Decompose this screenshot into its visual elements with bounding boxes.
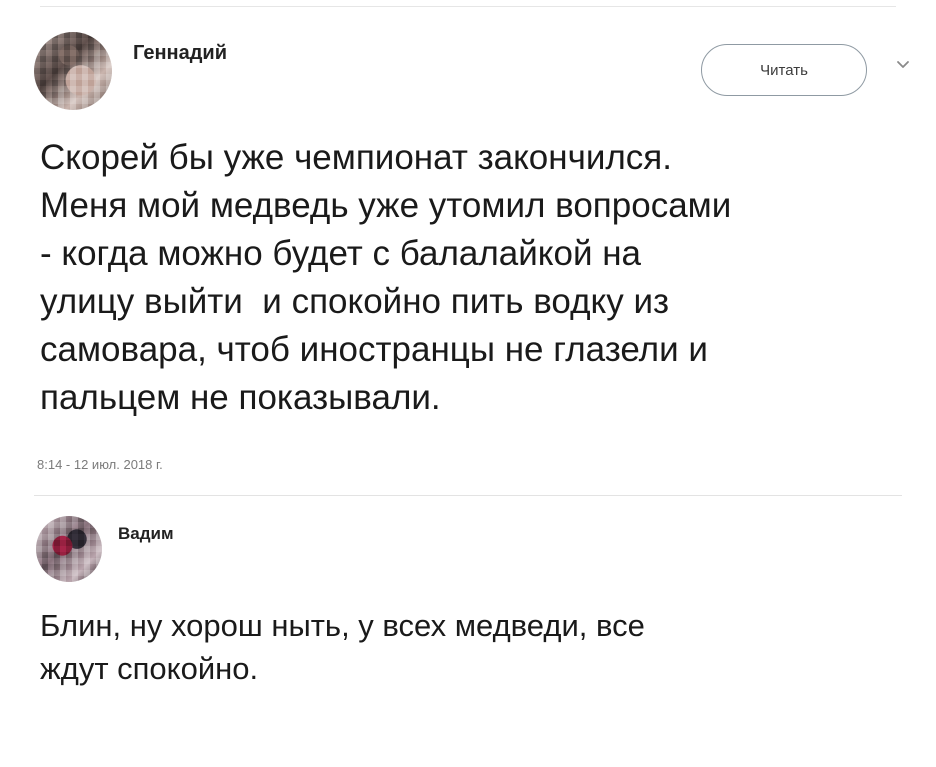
tweet-text-line: Скорей бы уже чемпионат закончился. [40, 138, 672, 177]
top-divider [40, 6, 896, 7]
tweet-text-line: пальцем не показывали. [40, 378, 441, 417]
tweet-text: Скорей бы уже чемпионат закончился. Меня… [40, 134, 920, 422]
avatar-pixelation [36, 516, 102, 582]
reply-text: Блин, ну хорош ныть, у всех медведи, все… [40, 604, 900, 690]
section-divider [34, 495, 902, 496]
chevron-down-icon[interactable] [896, 58, 910, 72]
avatar-pixelation [34, 32, 112, 110]
avatar[interactable] [34, 32, 112, 110]
reply-text-line: ждут спокойно. [40, 651, 259, 686]
reply-avatar[interactable] [36, 516, 102, 582]
tweet-timestamp[interactable]: 8:14 - 12 июл. 2018 г. [37, 457, 163, 472]
reply-author-name[interactable]: Вадим [118, 524, 174, 544]
tweet-text-line: самовара, чтоб иностранцы не глазели и [40, 330, 708, 369]
follow-button[interactable]: Читать [701, 44, 867, 96]
tweet-text-line: Меня мой медведь уже утомил вопросами [40, 186, 732, 225]
author-name[interactable]: Геннадий [133, 42, 227, 65]
tweet-text-line: улицу выйти и спокойно пить водку из [40, 282, 670, 321]
tweet-text-line: - когда можно будет с балалайкой на [40, 234, 642, 273]
reply-text-line: Блин, ну хорош ныть, у всех медведи, все [40, 608, 645, 643]
